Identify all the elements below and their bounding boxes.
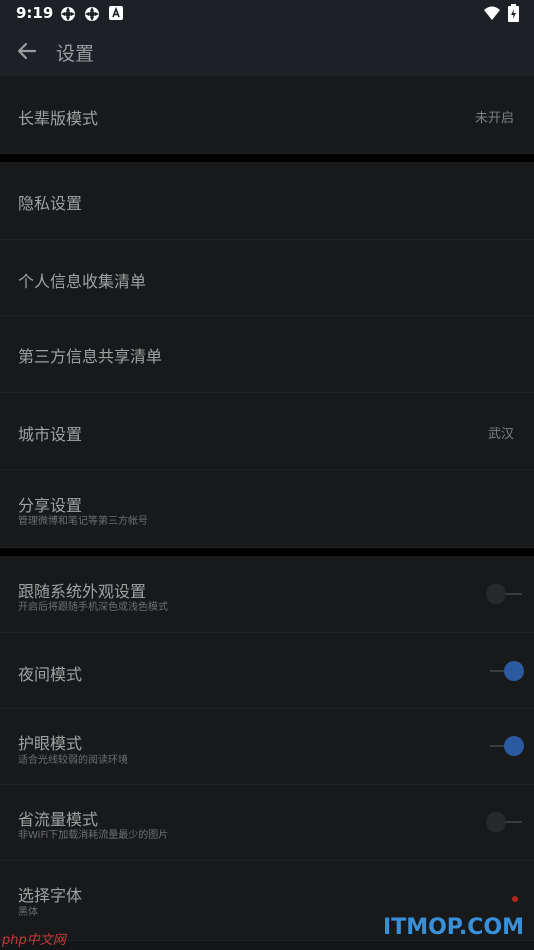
notification-app-icon [85,7,99,21]
settings-row-personal-info-list[interactable]: 个人信息收集清单 [0,240,534,316]
status-time: 9:19 [16,4,54,22]
eye-care-toggle[interactable] [486,734,526,758]
settings-row-follow-system[interactable]: 跟随系统外观设置 开启后将跟随手机深色或浅色模式 [0,556,534,633]
settings-row-night-mode[interactable]: 夜间模式 [0,633,534,709]
toggle-knob [486,584,506,604]
battery-charging-icon [508,4,519,22]
settings-list: 长辈版模式 未开启 隐私设置 个人信息收集清单 第三方信息共享清单 城市设置 武… [0,76,534,941]
setting-value: 武汉 [487,427,514,442]
setting-value: 未开启 [474,111,514,126]
section-divider [0,548,534,556]
setting-description: 非WiFi下加载消耗流量最少的图片 [18,830,169,841]
setting-description: 黑体 [18,907,38,918]
wifi-icon [484,6,500,20]
toggle-knob [504,736,524,756]
setting-label: 第三方信息共享清单 [18,347,163,366]
page-title: 设置 [56,43,95,65]
app-bar: 设置 [0,28,534,76]
setting-label: 城市设置 [18,425,83,444]
watermark-itmop: ITMOP.COM [383,915,524,940]
settings-row-data-saver[interactable]: 省流量模式 非WiFi下加载消耗流量最少的图片 [0,785,534,861]
setting-label: 长辈版模式 [18,109,99,128]
setting-label: 隐私设置 [18,194,83,213]
setting-description: 管理微博和笔记等第三方帐号 [18,516,148,527]
watermark-php: php中文网 [2,933,66,948]
setting-label: 个人信息收集清单 [18,272,147,291]
night-mode-toggle[interactable] [486,659,526,683]
settings-row-privacy[interactable]: 隐私设置 [0,162,534,240]
setting-description: 开启后将跟随手机深色或浅色模式 [18,602,168,613]
settings-row-elder-mode[interactable]: 长辈版模式 未开启 [0,76,534,154]
settings-row-share[interactable]: 分享设置 管理微博和笔记等第三方帐号 [0,470,534,548]
notification-app-icon [61,7,75,21]
toggle-knob [486,812,506,832]
toggle-knob [504,661,524,681]
section-divider [0,154,534,162]
follow-system-toggle[interactable] [486,582,526,606]
a-notification-icon [109,6,123,20]
new-indicator-dot [512,896,518,902]
arrow-left-icon[interactable] [16,40,38,62]
settings-row-eye-care[interactable]: 护眼模式 适合光线较弱的阅读环境 [0,709,534,785]
settings-row-third-party-list[interactable]: 第三方信息共享清单 [0,316,534,393]
setting-label: 夜间模式 [18,665,83,684]
status-bar: 9:19 [0,0,534,28]
settings-row-city[interactable]: 城市设置 武汉 [0,393,534,470]
setting-description: 适合光线较弱的阅读环境 [18,755,128,766]
data-saver-toggle[interactable] [486,810,526,834]
